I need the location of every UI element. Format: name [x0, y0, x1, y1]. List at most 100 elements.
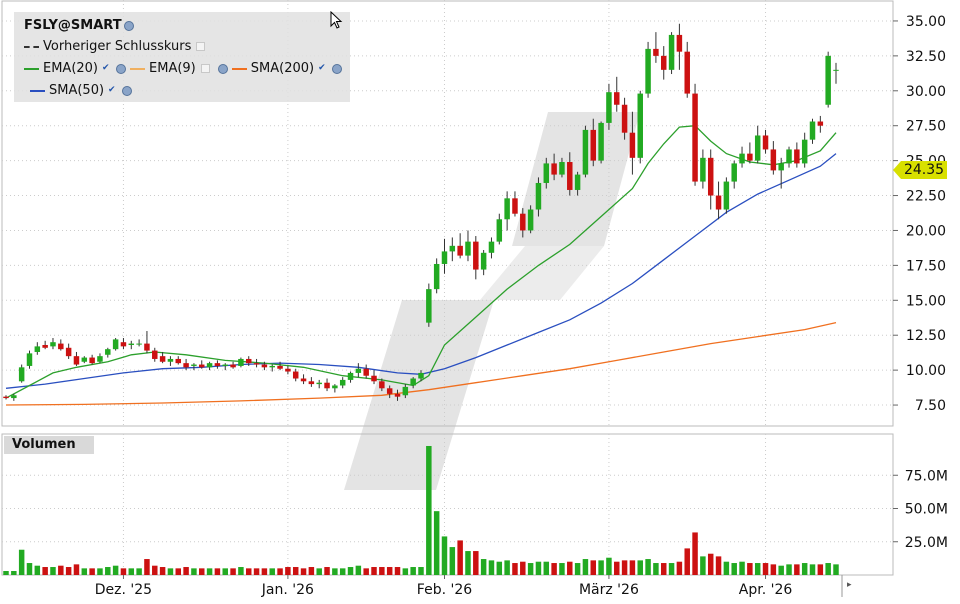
candlestick: [739, 146, 745, 168]
price-chart[interactable]: 35.0032.5030.0027.5025.0022.5020.0017.50…: [0, 0, 960, 600]
candle-body: [3, 396, 9, 399]
legend-sma200-label: SMA(200): [250, 61, 315, 76]
candle-body: [300, 378, 307, 382]
x-tick-label: Apr. '26: [739, 582, 793, 598]
volume-tick-label: 50.0M: [905, 502, 948, 518]
volume-bar: [582, 559, 589, 575]
candle-body: [222, 364, 228, 366]
candle-body: [324, 382, 330, 389]
volume-bar: [731, 563, 737, 575]
candlestick: [355, 363, 362, 378]
visibility-checkbox[interactable]: [200, 64, 210, 73]
candle-body: [825, 55, 831, 105]
volume-bar: [809, 564, 816, 575]
candlestick: [692, 83, 698, 186]
volume-bar: [480, 559, 487, 575]
candle-body: [692, 93, 698, 182]
candlestick: [488, 237, 495, 259]
candlestick: [97, 353, 103, 364]
globe-icon[interactable]: [123, 20, 134, 31]
candlestick: [332, 384, 338, 393]
volume-bar: [332, 568, 338, 575]
volume-bar: [120, 568, 127, 575]
current-price-tag: 24.35: [893, 161, 947, 179]
volume-bar: [238, 567, 244, 575]
x-tick-label: Jan. '26: [261, 582, 314, 598]
candle-body: [762, 135, 769, 150]
y-tick-label: 7.50: [915, 398, 946, 414]
candlestick: [316, 379, 322, 389]
globe-icon[interactable]: [332, 63, 343, 74]
candle-body: [371, 375, 377, 382]
candle-body: [535, 182, 542, 210]
volume-bar: [496, 561, 503, 575]
volume-bar: [183, 567, 189, 575]
volume-bar: [347, 567, 354, 575]
candlestick: [770, 141, 777, 175]
globe-icon[interactable]: [116, 63, 127, 74]
globe-icon[interactable]: [217, 63, 228, 74]
legend-ema20-label: EMA(20): [43, 61, 99, 76]
candlestick: [504, 191, 510, 231]
candle-body: [42, 344, 48, 348]
candlestick: [527, 205, 534, 234]
volume-bar: [645, 559, 651, 575]
candle-body: [801, 139, 808, 164]
candlestick: [473, 236, 479, 280]
candlestick: [206, 361, 213, 371]
check-icon[interactable]: ✔: [102, 64, 111, 73]
candlestick: [676, 23, 683, 70]
candle-body: [136, 343, 142, 345]
mouse-cursor-icon: [330, 11, 343, 29]
volume-bar: [488, 560, 495, 575]
volume-bar: [754, 563, 761, 575]
watermark-logo: [344, 112, 640, 490]
volume-bar: [527, 563, 534, 575]
volume-bar: [206, 568, 213, 575]
volume-bar: [89, 568, 95, 575]
volume-bar: [379, 567, 385, 575]
volume-bar: [324, 567, 330, 575]
volume-bar: [58, 565, 64, 575]
volume-bar: [614, 561, 620, 575]
current-price-value: 24.35: [903, 162, 945, 178]
candlestick: [653, 32, 659, 63]
candle-body: [206, 363, 213, 368]
visibility-checkbox[interactable]: [196, 42, 206, 51]
candlestick: [89, 354, 95, 365]
volume-bar: [65, 567, 72, 575]
chart-legend[interactable]: FSLY@SMART Vorheriger Schlusskurs EMA(20…: [14, 12, 350, 102]
volume-bar: [394, 567, 401, 575]
candlestick: [496, 213, 503, 245]
candle-body: [402, 386, 409, 396]
globe-icon[interactable]: [122, 85, 133, 96]
candlestick: [3, 395, 9, 400]
candle-body: [817, 121, 824, 126]
candlestick: [512, 191, 518, 217]
candlestick: [825, 51, 831, 108]
candle-body: [34, 346, 41, 352]
scroll-right-icon[interactable]: ▸: [847, 580, 852, 590]
volume-bar: [50, 567, 56, 575]
candle-body: [410, 378, 416, 386]
volume-bar: [222, 568, 228, 575]
y-tick-label: 10.00: [906, 363, 946, 379]
candle-body: [277, 365, 283, 369]
candle-body: [598, 122, 604, 161]
candle-body: [614, 92, 620, 105]
candlestick: [371, 370, 377, 385]
legend-prev-close-label: Vorheriger Schlusskurs: [43, 39, 192, 54]
candle-body: [167, 358, 174, 362]
volume-bar: [112, 565, 119, 575]
candle-body: [527, 209, 534, 231]
check-icon[interactable]: ✔: [108, 86, 117, 95]
volume-bar: [762, 563, 769, 575]
volume-bar: [512, 563, 518, 575]
y-tick-label: 35.00: [906, 14, 946, 30]
candlestick: [700, 149, 706, 189]
check-icon[interactable]: ✔: [318, 64, 327, 73]
candlestick: [668, 32, 675, 75]
volume-bar: [606, 557, 612, 575]
candle-body: [715, 195, 722, 210]
volume-bar: [692, 532, 698, 575]
